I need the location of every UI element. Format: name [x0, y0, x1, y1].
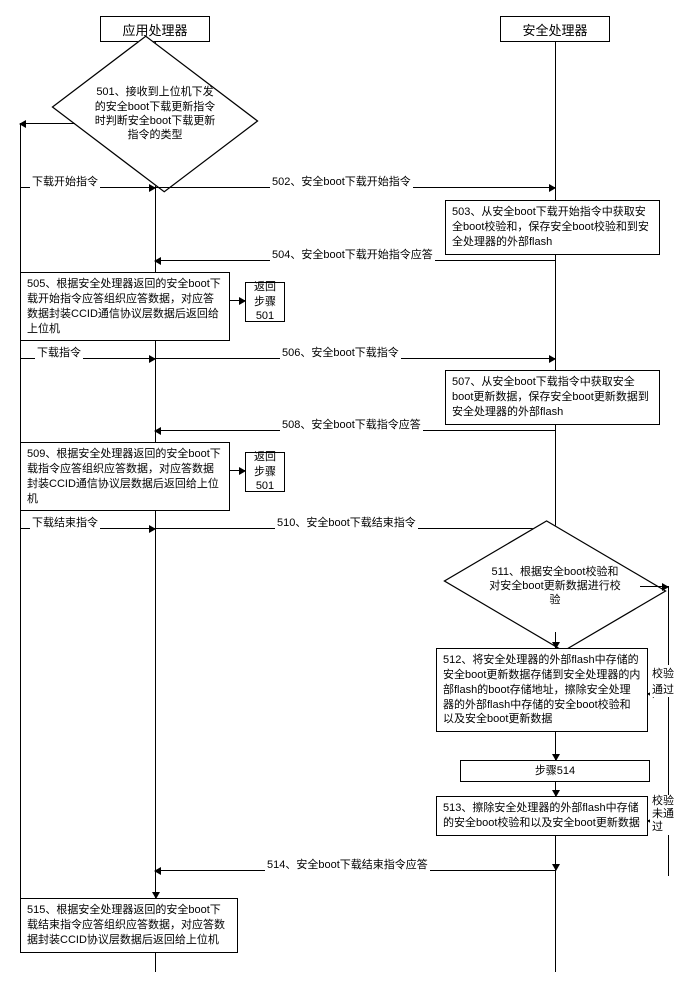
box-515: 515、根据安全处理器返回的安全boot下载结束指令应答组织应答数据，对应答数据…: [20, 898, 238, 953]
label-branch-dl: 下载指令: [35, 344, 83, 360]
box-step514: 步骤514: [460, 760, 650, 782]
box-513: 513、擦除安全处理器的外部flash中存储的安全boot校验和以及安全boot…: [436, 796, 648, 836]
label-510: 510、安全boot下载结束指令: [275, 514, 418, 530]
box-505: 505、根据安全处理器返回的安全boot下载开始指令应答组织应答数据，对应答数据…: [20, 272, 230, 341]
box-503: 503、从安全boot下载开始指令中获取安全boot校验和，保存安全boot校验…: [445, 200, 660, 255]
label-pass: 校验通过: [650, 665, 680, 697]
return-505: 返回步骤501: [245, 282, 285, 322]
return-509-text: 返回步骤501: [250, 450, 280, 495]
header-sec-text: 安全处理器: [522, 20, 587, 39]
label-branch-start: 下载开始指令: [30, 173, 100, 189]
box-513-text: 513、擦除安全处理器的外部flash中存储的安全boot校验和以及安全boot…: [443, 802, 640, 829]
arrow-diamond-left: [20, 123, 75, 124]
label-504: 504、安全boot下载开始指令应答: [270, 246, 435, 262]
label-branch-end: 下载结束指令: [30, 514, 100, 530]
box-512-text: 512、将安全处理器的外部flash中存储的安全boot更新数据存储到安全处理器…: [443, 654, 640, 725]
return-505-text: 返回步骤501: [250, 280, 280, 325]
decision-501-text: 501、接收到上位机下发的安全boot下载更新指令时判断安全boot下载更新指令…: [75, 58, 235, 170]
arrow-step514-513: [555, 782, 556, 796]
arrow-512-step514: [555, 746, 556, 760]
label-502: 502、安全boot下载开始指令: [270, 173, 413, 189]
decision-511-text: 511、根据安全boot校验和对安全boot更新数据进行校验: [467, 540, 643, 632]
decision-501: 501、接收到上位机下发的安全boot下载更新指令时判断安全boot下载更新指令…: [75, 58, 235, 170]
label-fail: 校验未通过: [650, 795, 680, 835]
box-507: 507、从安全boot下载指令中获取安全boot更新数据，保存安全boot更新数…: [445, 370, 660, 425]
box-505-text: 505、根据安全处理器返回的安全boot下载开始指令应答组织应答数据，对应答数据…: [27, 278, 221, 335]
arrow-514-515: [155, 870, 156, 898]
left-guide: [20, 123, 21, 913]
arrow-513-514: [555, 846, 556, 870]
header-app-processor: 应用处理器: [100, 16, 210, 42]
decision-511: 511、根据安全boot校验和对安全boot更新数据进行校验: [467, 540, 643, 632]
arrow-505-ret: [230, 300, 245, 301]
box-503-text: 503、从安全boot下载开始指令中获取安全boot校验和，保存安全boot校验…: [452, 206, 649, 248]
arrow-511-down: [555, 632, 556, 648]
arrow-511-right: [640, 586, 668, 587]
header-sec-processor: 安全处理器: [500, 16, 610, 42]
box-507-text: 507、从安全boot下载指令中获取安全boot更新数据，保存安全boot更新数…: [452, 376, 649, 418]
arrow-509-ret: [230, 470, 245, 471]
label-514: 514、安全boot下载结束指令应答: [265, 856, 430, 872]
header-app-text: 应用处理器: [122, 20, 187, 39]
box-515-text: 515、根据安全处理器返回的安全boot下载结束指令应答组织应答数据，对应答数据…: [27, 904, 225, 946]
label-508: 508、安全boot下载指令应答: [280, 416, 423, 432]
label-506: 506、安全boot下载指令: [280, 344, 401, 360]
box-509-text: 509、根据安全处理器返回的安全boot下载指令应答组织应答数据，对应答数据封装…: [27, 448, 221, 505]
box-509: 509、根据安全处理器返回的安全boot下载指令应答组织应答数据，对应答数据封装…: [20, 442, 230, 511]
box-step514-text: 步骤514: [535, 764, 575, 779]
box-512: 512、将安全处理器的外部flash中存储的安全boot更新数据存储到安全处理器…: [436, 648, 648, 732]
return-509: 返回步骤501: [245, 452, 285, 492]
